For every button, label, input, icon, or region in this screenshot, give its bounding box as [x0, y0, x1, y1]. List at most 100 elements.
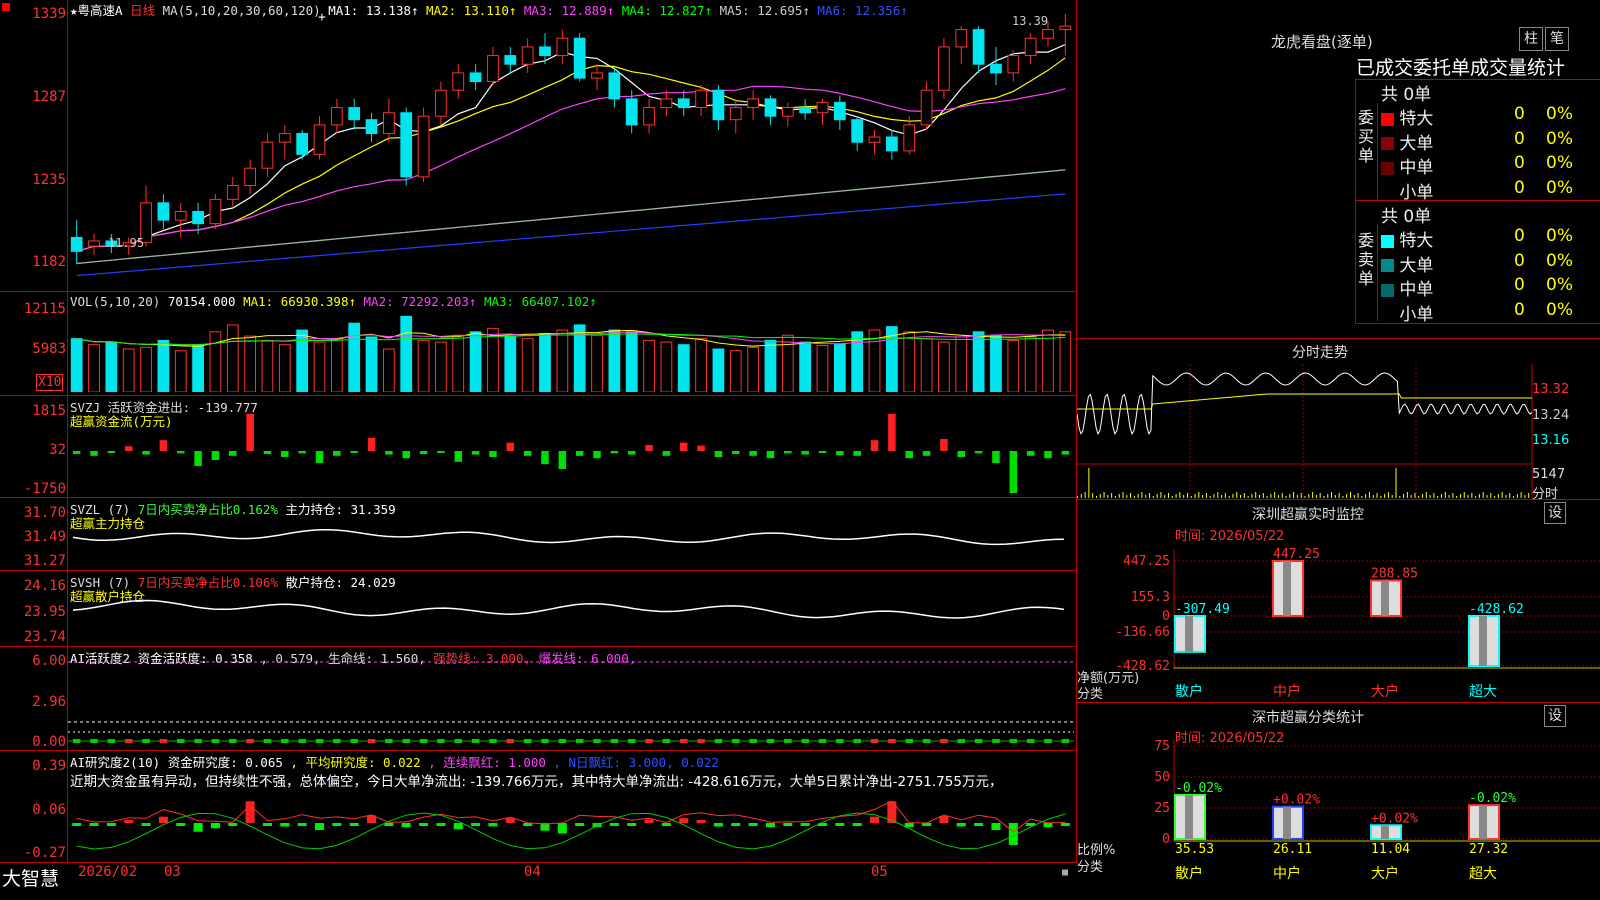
monitor-settings-button[interactable]: 设 — [1544, 502, 1566, 524]
color-swatch-icon — [1381, 234, 1394, 248]
ai-active-panel[interactable]: AI活跃度2 资金活跃度: 0.358 , 0.579, 生命线: 1.560,… — [0, 647, 1077, 751]
research-bar — [609, 823, 619, 826]
kline-panel[interactable]: ★粤高速A 日线 MA(5,10,20,30,60,120) MA1: 13.1… — [0, 0, 1077, 292]
intraday-vol-bar — [1293, 492, 1295, 498]
svzj-panel[interactable]: SVZJ 活跃资金进出: -139.777 超赢资金流(万元) 1815 32 … — [0, 396, 1077, 498]
monitor-value-label: 447.25 — [1273, 547, 1320, 562]
intraday-vol-bar — [1418, 496, 1420, 498]
class-bar-shade — [1479, 805, 1487, 839]
ai-active-bar — [107, 739, 116, 743]
flow-bar — [402, 451, 410, 459]
volume-bar — [695, 338, 707, 392]
candle-body — [452, 72, 465, 91]
svzl-panel[interactable]: SVZL (7) 7日内买卖净占比0.162% 主力持仓: 31.359 超赢主… — [0, 498, 1077, 571]
volume-bar — [556, 329, 569, 392]
flow-bar — [627, 451, 636, 455]
intraday-vol-bar — [1501, 492, 1503, 498]
intraday-vol-bar — [1312, 492, 1314, 498]
candle-body — [209, 198, 222, 225]
volume-bar — [747, 346, 759, 392]
candle-body — [990, 63, 1002, 74]
volume-bar — [643, 339, 655, 392]
flow-bar — [645, 445, 653, 451]
pen-view-button[interactable]: 笔 — [1545, 27, 1569, 51]
intraday-vol-bar — [1111, 493, 1113, 498]
svsh-position: 散户持仓: 24.029 — [285, 575, 396, 590]
intraday-vol-bar — [1391, 495, 1393, 498]
intraday-vol-bar — [1399, 496, 1401, 498]
intraday-vol-bar — [1475, 496, 1477, 498]
intraday-vol-bar — [1209, 496, 1211, 498]
svzl-position: 主力持仓: 31.359 — [285, 502, 396, 517]
volume-bar — [764, 339, 777, 392]
flow-bar — [714, 451, 723, 457]
candle-body — [469, 72, 482, 83]
intraday-vol-bar — [1077, 496, 1078, 498]
ma-line-3 — [76, 85, 1066, 252]
svsh-chart — [72, 599, 1064, 619]
ai-active-bar — [1044, 739, 1052, 743]
intraday-vol-bar — [1395, 468, 1397, 498]
candle-body — [383, 112, 395, 135]
volume-bar — [1042, 329, 1054, 392]
intraday-vol-bar — [1296, 495, 1298, 498]
volume-bar — [521, 338, 534, 392]
svzj-chart — [72, 413, 1070, 493]
intraday-vol-bar — [1308, 494, 1310, 498]
candle-body — [608, 72, 621, 100]
candle-body — [1024, 37, 1037, 57]
volume-bar — [816, 345, 829, 392]
sell-divider — [1377, 225, 1378, 321]
research-bar — [210, 823, 220, 829]
flow-bar — [853, 451, 861, 456]
flow-bar — [784, 451, 792, 454]
class-settings-button[interactable]: 设 — [1544, 705, 1566, 727]
volume-bar — [677, 344, 690, 392]
volume-bar — [1059, 331, 1072, 392]
ma-line-6 — [76, 193, 1066, 277]
volume-bar — [278, 344, 291, 392]
time-label: 05 — [871, 864, 888, 880]
flow-bar — [142, 451, 150, 455]
volume-bar — [955, 336, 968, 392]
research-bar — [245, 801, 255, 823]
flow-bar — [575, 451, 584, 456]
intraday-vol-bar — [1520, 492, 1522, 498]
ai-research-a: AI研究度2(10) 资金研究度: 0.065 — [70, 755, 283, 770]
intraday-vol-bar — [1190, 496, 1192, 498]
ai-active-bar — [714, 739, 723, 743]
intraday-vol-bar — [1467, 495, 1469, 498]
candle-body — [573, 37, 586, 79]
ai-active-bar — [558, 739, 567, 743]
monitor-category: 超大 — [1469, 684, 1497, 700]
kline-chart[interactable] — [68, 14, 1074, 286]
vol-unit-button[interactable]: X10 — [36, 374, 64, 391]
candle-body — [348, 107, 361, 121]
research-bar — [1060, 823, 1070, 826]
flow-bar — [263, 451, 272, 454]
svsh-panel[interactable]: SVSH (7) 7日内买卖净占比0.106% 散户持仓: 24.029 超赢散… — [0, 571, 1077, 647]
ai-research-panel[interactable]: AI研究度2(10) 资金研究度: 0.065 , 平均研究度: 0.022 ,… — [0, 751, 1077, 862]
research-bar — [280, 823, 290, 827]
column-view-button[interactable]: 柱 — [1519, 27, 1543, 51]
intraday-vol-bar — [1092, 493, 1094, 498]
volume-bar — [504, 336, 517, 392]
candle-body — [868, 136, 881, 143]
color-swatch-icon — [1381, 283, 1394, 297]
intraday-chart[interactable] — [1077, 364, 1600, 500]
class-bar-shade — [1381, 825, 1389, 839]
lock-icon[interactable]: ■ — [1062, 867, 1068, 878]
stat-tabs[interactable]: 已成交委托单成交量统计 — [1356, 53, 1565, 80]
intraday-vol-bar — [1175, 494, 1177, 498]
flow-bar — [72, 451, 81, 454]
research-green-line — [76, 812, 1066, 850]
svzj-ytick: 32 — [49, 442, 66, 458]
candle-body — [70, 236, 83, 252]
vol-panel[interactable]: VOL(5,10,20) 70154.000 MA1: 66930.398↑ M… — [0, 292, 1077, 396]
volume-bar — [417, 339, 430, 392]
flow-bar — [350, 451, 358, 453]
monitor-ytick: -136.66 — [1115, 625, 1170, 640]
candle-body — [729, 107, 742, 121]
flow-bar — [523, 451, 532, 456]
flow-bar — [749, 451, 757, 456]
